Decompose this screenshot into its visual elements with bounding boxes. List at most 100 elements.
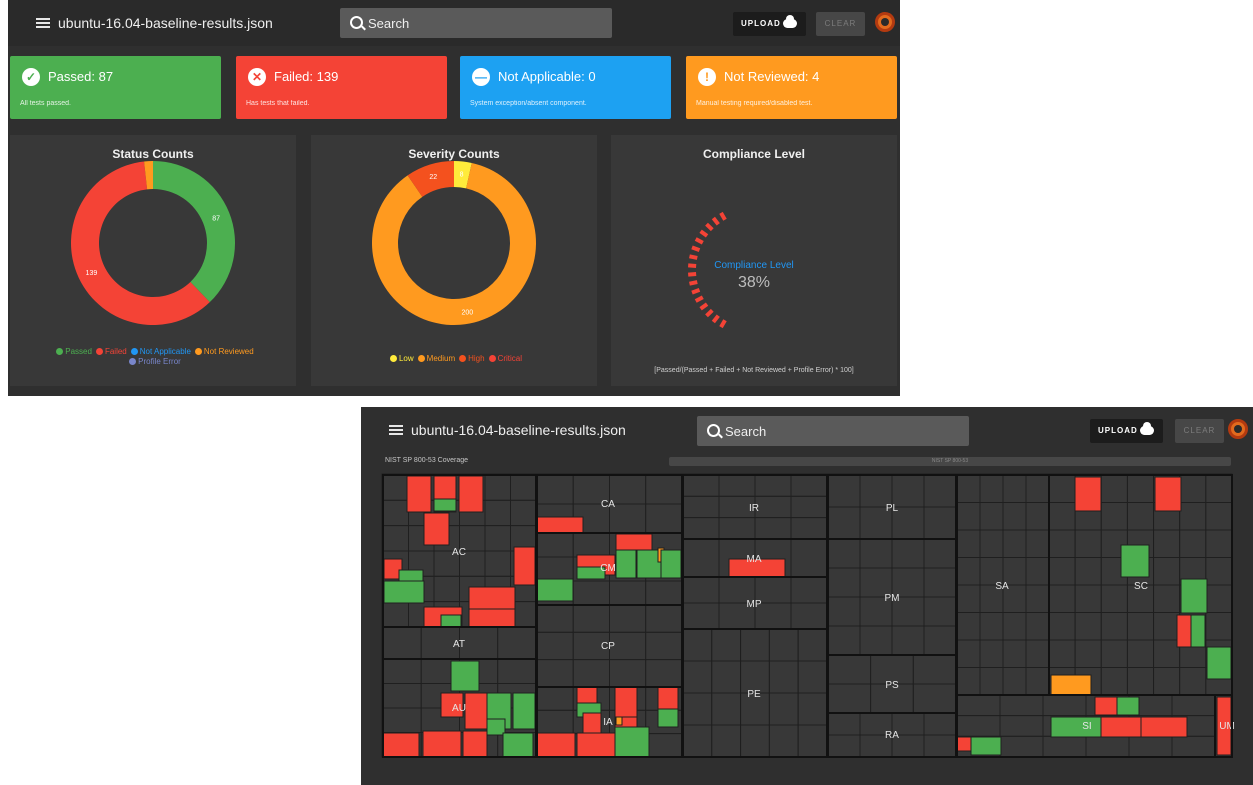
treemap-cell[interactable]	[790, 538, 828, 578]
treemap-cell[interactable]	[956, 667, 981, 696]
treemap-control-cell[interactable]	[1120, 544, 1150, 578]
treemap-control-cell[interactable]	[1094, 696, 1118, 716]
legend-item-label[interactable]: Low	[399, 354, 414, 363]
treemap-cell[interactable]	[999, 735, 1044, 758]
treemap-cell[interactable]	[1074, 529, 1102, 558]
search-bar[interactable]	[340, 8, 612, 38]
treemap-cell[interactable]	[827, 474, 861, 508]
treemap-cell[interactable]	[956, 474, 981, 503]
treemap-control-cell[interactable]	[1100, 716, 1142, 738]
treemap-cell[interactable]	[1042, 694, 1087, 717]
treemap-cell[interactable]	[923, 734, 957, 758]
donut-slice-passed[interactable]	[153, 161, 235, 303]
treemap-control-cell[interactable]	[636, 549, 662, 579]
treemap-control-cell[interactable]	[582, 712, 602, 734]
treemap-cell[interactable]	[768, 628, 799, 662]
donut-slice-medium[interactable]	[372, 162, 536, 325]
treemap-cell[interactable]	[1100, 639, 1128, 668]
treemap-cell[interactable]	[433, 575, 460, 603]
treemap-cell[interactable]	[536, 532, 574, 558]
status-card[interactable]: — Not Applicable: 0 System exception/absen…	[460, 56, 671, 119]
treemap-cell[interactable]	[682, 692, 713, 726]
clear-button[interactable]: CLEAR	[816, 12, 865, 36]
treemap-control-cell[interactable]	[1140, 716, 1188, 738]
treemap-control-cell[interactable]	[462, 730, 488, 758]
treemap-cell[interactable]	[923, 506, 957, 540]
treemap-control-cell[interactable]	[406, 475, 432, 513]
treemap-cell[interactable]	[1153, 639, 1181, 668]
treemap-cell[interactable]	[645, 604, 683, 633]
treemap-cell[interactable]	[1153, 557, 1181, 586]
treemap-cell[interactable]	[1025, 639, 1050, 668]
treemap-cell[interactable]	[956, 612, 981, 641]
treemap-control-cell[interactable]	[576, 732, 616, 758]
treemap-cell[interactable]	[956, 715, 1001, 737]
status-card[interactable]: ✓ Passed: 87 All tests passed.	[10, 56, 221, 119]
treemap-control-cell[interactable]	[382, 732, 420, 758]
menu-icon[interactable]	[36, 18, 50, 28]
treemap-cell[interactable]	[572, 604, 610, 633]
treemap-cell[interactable]	[484, 525, 511, 552]
treemap-cell[interactable]	[711, 628, 742, 662]
treemap-cell[interactable]	[797, 628, 828, 662]
legend-item-label[interactable]: Not Reviewed	[204, 347, 254, 356]
treemap-cell[interactable]	[912, 654, 957, 685]
treemap-cell[interactable]	[382, 601, 409, 628]
treemap-cell[interactable]	[1074, 584, 1102, 613]
treemap-cell[interactable]	[827, 654, 872, 685]
treemap-cell[interactable]	[682, 724, 713, 758]
treemap-control-cell[interactable]	[513, 546, 536, 586]
treemap-control-cell[interactable]	[1050, 674, 1092, 696]
treemap-control-cell[interactable]	[536, 732, 576, 758]
treemap-cell[interactable]	[572, 659, 610, 688]
treemap-cell[interactable]	[645, 631, 683, 661]
treemap-cell[interactable]	[1048, 639, 1076, 668]
treemap-cell[interactable]	[827, 683, 872, 714]
treemap-cell[interactable]	[682, 576, 720, 604]
treemap-cell[interactable]	[682, 495, 720, 519]
legend-item-label[interactable]: Critical	[498, 354, 522, 363]
treemap-cell[interactable]	[718, 517, 756, 540]
treemap-cell[interactable]	[1153, 612, 1181, 641]
treemap-cell[interactable]	[923, 625, 957, 656]
treemap-cell[interactable]	[923, 474, 957, 508]
treemap-control-cell[interactable]	[433, 498, 457, 512]
treemap-cell[interactable]	[682, 660, 713, 694]
treemap-cell[interactable]	[956, 529, 981, 558]
treemap-control-cell[interactable]	[1176, 614, 1192, 648]
treemap-cell[interactable]	[1002, 474, 1027, 503]
treemap-cell[interactable]	[682, 517, 720, 540]
treemap-cell[interactable]	[1153, 584, 1181, 613]
treemap-cell[interactable]	[827, 506, 861, 540]
treemap-cell[interactable]	[382, 474, 409, 501]
treemap-cell[interactable]	[979, 502, 1004, 531]
treemap-cell[interactable]	[536, 631, 574, 661]
treemap-control-cell[interactable]	[1190, 614, 1206, 648]
treemap-cell[interactable]	[1179, 502, 1207, 531]
treemap-control-cell[interactable]	[1180, 578, 1208, 614]
treemap-cell[interactable]	[382, 683, 422, 709]
treemap-cell[interactable]	[1025, 502, 1050, 531]
treemap-cell[interactable]	[979, 639, 1004, 668]
treemap-cell[interactable]	[682, 628, 713, 662]
treemap-cell[interactable]	[382, 707, 422, 733]
treemap-control-cell[interactable]	[615, 533, 653, 551]
treemap-cell[interactable]	[859, 538, 893, 569]
treemap-control-cell[interactable]	[383, 580, 425, 604]
treemap-cell[interactable]	[682, 538, 720, 578]
treemap-cell[interactable]	[484, 550, 511, 577]
legend-item-label[interactable]: Not Applicable	[140, 347, 191, 356]
treemap-cell[interactable]	[1171, 694, 1216, 717]
treemap-cell[interactable]	[1002, 639, 1027, 668]
treemap-cell[interactable]	[484, 474, 511, 501]
treemap-cell[interactable]	[609, 604, 647, 633]
treemap-control-cell[interactable]	[1116, 696, 1140, 716]
treemap-cell[interactable]	[1048, 474, 1076, 503]
treemap-cell[interactable]	[740, 628, 770, 662]
treemap-cell[interactable]	[1025, 667, 1050, 696]
treemap-cell[interactable]	[484, 499, 511, 527]
treemap-cell[interactable]	[956, 694, 1001, 717]
treemap-cell[interactable]	[1042, 735, 1087, 758]
treemap-control-cell[interactable]	[536, 578, 574, 602]
treemap-cell[interactable]	[827, 734, 861, 758]
